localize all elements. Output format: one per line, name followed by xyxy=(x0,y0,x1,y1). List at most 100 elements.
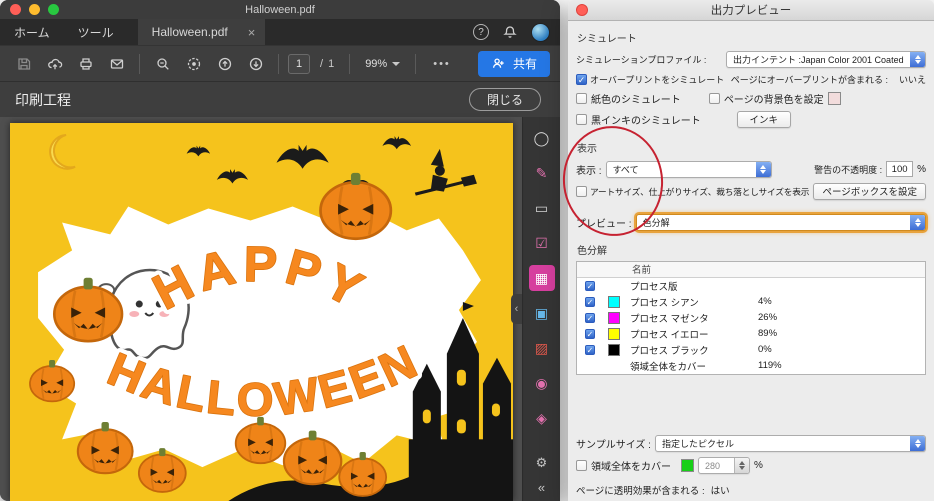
preview-select[interactable]: 色分解 xyxy=(635,214,926,231)
user-avatar[interactable] xyxy=(531,22,550,42)
share-button[interactable]: 共有 xyxy=(477,50,550,77)
total-area-coverage-checkbox[interactable] xyxy=(576,460,587,471)
preview-value: 色分解 xyxy=(642,218,670,228)
stamp-tool-icon[interactable]: ▭ xyxy=(529,195,555,221)
zoom-window-button[interactable] xyxy=(48,4,59,15)
export-pdf-tool-icon[interactable]: ▨ xyxy=(529,335,555,361)
sample-size-label: サンプルサイズ : xyxy=(576,440,651,451)
organize-pages-tool-icon[interactable]: ▣ xyxy=(529,300,555,326)
dialog-close-button[interactable] xyxy=(576,4,588,16)
toolbar-separator xyxy=(278,53,279,74)
page-total: 1 xyxy=(328,57,335,70)
plate-coverage: 89% xyxy=(758,328,778,339)
window-titlebar: Halloween.pdf xyxy=(0,0,560,19)
simulate-overprint-row: オーバープリントをシミュレート ページにオーバープリントが含まれる : いいえ xyxy=(576,73,926,86)
separations-header: 名前 xyxy=(577,261,925,278)
page-separator: / xyxy=(320,57,324,70)
sample-size-row: サンプルサイズ : 指定したピクセル xyxy=(576,435,926,452)
tac-warning-swatch[interactable] xyxy=(681,459,694,472)
zoom-out-icon[interactable] xyxy=(149,51,176,77)
magenta-swatch xyxy=(608,311,620,324)
panel-collapse-handle[interactable]: ‹ xyxy=(511,294,522,324)
ink-manager-tool-icon[interactable]: ◈ xyxy=(529,405,555,431)
warning-opacity-label: 警告の不透明度 : xyxy=(814,164,883,175)
pdf-page[interactable]: HAPPY HAPPY HALLOWEEN HALLOWEEN xyxy=(10,123,513,501)
simulate-section-heading: シミュレート xyxy=(577,34,637,45)
transparency-status-row: ページに透明効果が含まれる : はい xyxy=(576,483,926,497)
page-number-input[interactable]: 1 xyxy=(288,53,310,74)
next-page-icon[interactable] xyxy=(242,51,269,77)
simulate-overprint-label: オーバープリントをシミュレート xyxy=(590,74,725,85)
plate-checkbox[interactable] xyxy=(585,328,595,339)
tac-value: 280 xyxy=(705,460,721,471)
sample-size-value: 指定したピクセル xyxy=(661,439,734,449)
plate-name: プロセス版 xyxy=(630,281,678,293)
close-panel-button[interactable]: 閉じる xyxy=(468,88,541,111)
show-page-boxes-checkbox[interactable] xyxy=(576,185,587,197)
toolbar-separator xyxy=(139,53,140,74)
show-select[interactable]: すべて xyxy=(605,160,772,178)
plate-name: 領域全体をカバー xyxy=(630,361,707,373)
preflight-tool-icon[interactable]: ☑ xyxy=(529,230,555,256)
print-production-header: 印刷工程 閉じる xyxy=(0,81,560,117)
transparency-label: ページに透明効果が含まれる : xyxy=(576,485,705,497)
show-section-heading: 表示 xyxy=(577,144,597,155)
plate-name: プロセス ブラック xyxy=(630,345,709,357)
print-production-tool-icon[interactable]: ▦ xyxy=(528,265,555,291)
edit-pdf-tool-icon[interactable]: ✎ xyxy=(529,160,555,186)
previous-page-icon[interactable] xyxy=(211,51,238,77)
cyan-swatch xyxy=(608,295,620,308)
document-canvas: HAPPY HAPPY HALLOWEEN HALLOWEEN ‹ xyxy=(0,117,522,501)
close-window-button[interactable] xyxy=(10,4,21,15)
simulate-black-ink-label: 黒インキのシミュレート xyxy=(591,115,701,127)
set-page-boxes-button[interactable]: ページボックスを設定 xyxy=(813,182,926,200)
show-page-boxes-label: アートサイズ、仕上がりサイズ、裁ち落としサイズを表示 xyxy=(590,186,810,197)
print-icon[interactable] xyxy=(72,51,99,77)
separations-table: 名前 プロセス版 プロセス シアン 4% プロセス マゼンタ 26% xyxy=(576,260,926,375)
email-icon[interactable] xyxy=(103,51,130,77)
total-area-coverage-row: 領域全体をカバー 280 % xyxy=(576,457,926,474)
plate-checkbox[interactable] xyxy=(585,344,595,355)
tac-value-select[interactable]: 280 xyxy=(698,457,750,474)
plate-checkbox[interactable] xyxy=(585,280,595,291)
ink-button[interactable]: インキ xyxy=(736,110,791,128)
tac-unit: % xyxy=(754,460,763,471)
sample-size-select[interactable]: 指定したピクセル xyxy=(654,435,926,452)
simulate-overprint-checkbox[interactable] xyxy=(576,73,587,85)
show-value: すべて xyxy=(612,164,639,175)
popup-arrows-icon xyxy=(734,458,749,473)
simulate-black-ink-checkbox[interactable] xyxy=(576,113,587,125)
plate-coverage: 0% xyxy=(758,344,772,355)
output-preview-tool-icon[interactable]: ◉ xyxy=(529,370,555,396)
table-row: 領域全体をカバー 119% xyxy=(577,358,925,374)
home-menu-item[interactable]: ホーム xyxy=(0,19,64,45)
page-background-swatch[interactable] xyxy=(827,91,841,105)
plate-checkbox[interactable] xyxy=(585,312,595,323)
tab-close-icon[interactable]: × xyxy=(248,25,256,40)
cloud-upload-icon[interactable] xyxy=(41,51,68,77)
black-ink-row: 黒インキのシミュレート インキ xyxy=(576,110,926,128)
marquee-zoom-icon[interactable] xyxy=(180,51,207,77)
minimize-window-button[interactable] xyxy=(29,4,40,15)
collapse-strip-icon[interactable]: « xyxy=(538,480,545,495)
comment-tool-icon[interactable]: ◯ xyxy=(529,125,555,151)
document-tab[interactable]: Halloween.pdf × xyxy=(137,19,266,45)
page-boxes-row: アートサイズ、仕上がりサイズ、裁ち落としサイズを表示 ページボックスを設定 xyxy=(576,182,926,200)
notifications-bell-icon[interactable] xyxy=(501,23,519,41)
gear-icon[interactable]: ⚙ xyxy=(536,455,548,471)
page-background-checkbox[interactable] xyxy=(708,92,720,104)
zoom-level-select[interactable]: 99% xyxy=(359,58,406,70)
simulate-paper-color-checkbox[interactable] xyxy=(576,92,587,104)
warning-opacity-input[interactable]: 100 xyxy=(886,161,914,177)
more-tools-icon[interactable]: ••• xyxy=(425,58,459,70)
help-icon[interactable]: ? xyxy=(473,24,489,40)
preview-row: プレビュー : 色分解 xyxy=(576,214,926,231)
tools-menu-item[interactable]: ツール xyxy=(64,19,128,45)
yellow-swatch xyxy=(608,327,620,340)
simulation-profile-select[interactable]: 出力インテント :Japan Color 2001 Coated xyxy=(726,50,926,68)
chevron-down-icon xyxy=(392,61,401,70)
save-icon[interactable] xyxy=(10,51,37,77)
plate-checkbox[interactable] xyxy=(585,296,595,307)
table-row: プロセス イエロー 89% xyxy=(577,326,925,342)
